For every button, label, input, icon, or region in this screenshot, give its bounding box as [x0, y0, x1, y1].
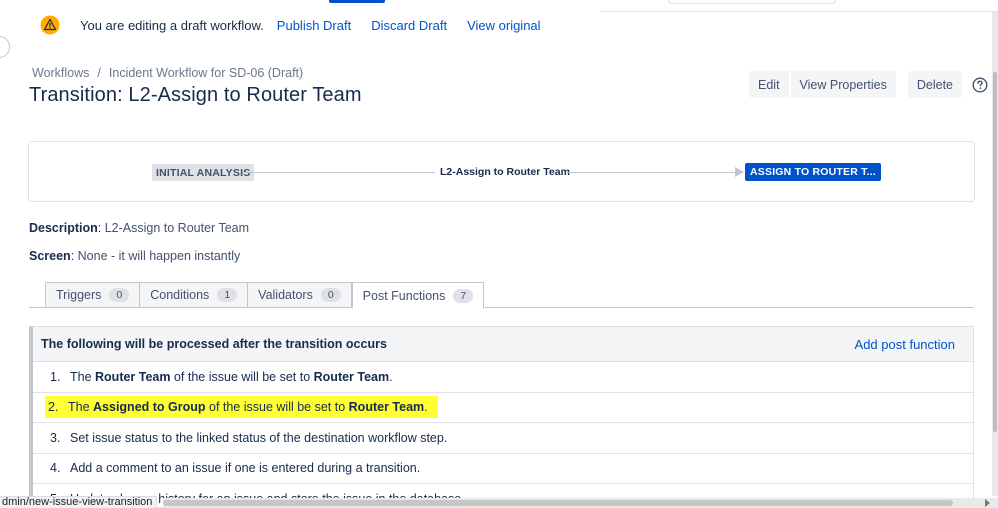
description-label: Description — [29, 221, 98, 235]
transition-diagram: INITIAL ANALYSIS L2-Assign to Router Tea… — [28, 141, 975, 202]
panel-title: The following will be processed after th… — [41, 337, 387, 351]
transition-arrow-icon — [735, 167, 744, 177]
breadcrumb-current-workflow-link[interactable]: Incident Workflow for SD-06 (Draft) — [109, 66, 303, 80]
scroll-right-arrow-icon[interactable] — [985, 499, 990, 507]
tab-count-badge: 7 — [453, 288, 474, 303]
edit-button[interactable]: Edit — [749, 71, 789, 98]
to-status-lozenge: ASSIGN TO ROUTER T... — [745, 163, 881, 181]
breadcrumb-separator: / — [97, 66, 101, 80]
description-row: Description: L2-Assign to Router Team — [29, 221, 250, 235]
panel-header: The following will be processed after th… — [33, 327, 973, 362]
tab-validators[interactable]: Validators 0 — [247, 282, 352, 308]
row-number: 3. — [50, 430, 61, 445]
top-nav-active-indicator — [329, 0, 385, 3]
publish-draft-link[interactable]: Publish Draft — [277, 18, 351, 33]
tab-label: Validators — [258, 288, 313, 302]
draft-message: You are editing a draft workflow. — [80, 17, 264, 33]
transition-tabs: Triggers 0 Conditions 1 Validators 0 Pos… — [45, 282, 485, 309]
row-text: Add a comment to an issue if one is ente… — [70, 461, 421, 476]
draft-banner: You are editing a draft workflow. Publis… — [40, 12, 561, 38]
status-url-preview: dmin/new-issue-view-transition — [0, 496, 158, 508]
tab-count-badge: 1 — [217, 288, 238, 302]
row-number: 4. — [50, 461, 61, 476]
row-text: The Router Team of the issue will be set… — [70, 369, 393, 384]
field-value: Router Team — [348, 400, 425, 415]
field-name: Router Team — [95, 369, 171, 384]
highlight-annotation: 2. The Assigned to Group of the issue wil… — [45, 396, 438, 419]
tab-label: Triggers — [56, 288, 102, 302]
field-value: Router Team — [313, 369, 390, 384]
warning-icon — [40, 15, 60, 35]
scrollbar-thumb[interactable] — [993, 72, 997, 432]
delete-button[interactable]: Delete — [907, 71, 962, 98]
view-properties-button[interactable]: View Properties — [790, 71, 896, 98]
horizontal-scrollbar[interactable] — [163, 498, 998, 508]
screen-row: Screen: None - it will happen instantly — [29, 249, 241, 263]
post-function-row[interactable]: 1. The Router Team of the issue will be … — [33, 362, 973, 393]
transition-line-left — [243, 172, 435, 173]
sidebar-toggle-button[interactable] — [0, 36, 10, 58]
tab-count-badge: 0 — [320, 288, 341, 302]
tab-label: Conditions — [150, 288, 210, 302]
view-original-link[interactable]: View original — [467, 18, 540, 33]
post-function-row[interactable]: 4. Add a comment to an issue if one is e… — [33, 454, 973, 484]
tab-label: Post Functions — [362, 288, 446, 303]
tab-conditions[interactable]: Conditions 1 — [139, 282, 248, 308]
breadcrumb: Workflows / Incident Workflow for SD-06 … — [32, 66, 303, 80]
tab-count-badge: 0 — [109, 288, 130, 302]
row-text: Set issue status to the linked status of… — [70, 430, 448, 445]
screen-label: Screen — [29, 249, 71, 263]
top-search-field[interactable] — [668, 0, 836, 4]
help-icon[interactable] — [972, 76, 988, 93]
field-name: Assigned to Group — [93, 400, 206, 415]
description-value: L2-Assign to Router Team — [104, 221, 250, 235]
scrollbar-thumb[interactable] — [163, 500, 953, 506]
top-divider — [600, 11, 998, 12]
row-text: The Assigned to Group of the issue will … — [68, 400, 428, 415]
post-function-row[interactable]: 3. Set issue status to the linked status… — [33, 423, 973, 454]
row-number: 2. — [48, 400, 59, 415]
add-post-function-link[interactable]: Add post function — [855, 337, 955, 352]
discard-draft-link[interactable]: Discard Draft — [371, 18, 447, 33]
vertical-scrollbar[interactable] — [992, 12, 998, 496]
header-actions: Edit View Properties Delete — [749, 71, 988, 98]
post-function-row[interactable]: 2. The Assigned to Group of the issue wil… — [33, 393, 973, 423]
tab-post-functions[interactable]: Post Functions 7 — [351, 282, 485, 309]
transition-line-right — [567, 172, 737, 173]
page-title: Transition: L2-Assign to Router Team — [29, 84, 362, 106]
row-number: 1. — [50, 369, 61, 384]
post-functions-panel: The following will be processed after th… — [29, 326, 974, 508]
breadcrumb-workflows-link[interactable]: Workflows — [32, 66, 89, 80]
from-status-lozenge: INITIAL ANALYSIS — [152, 164, 255, 181]
tab-triggers[interactable]: Triggers 0 — [45, 282, 140, 308]
screen-value: None - it will happen instantly — [77, 249, 241, 263]
transition-name-label: L2-Assign to Router Team — [440, 166, 570, 178]
